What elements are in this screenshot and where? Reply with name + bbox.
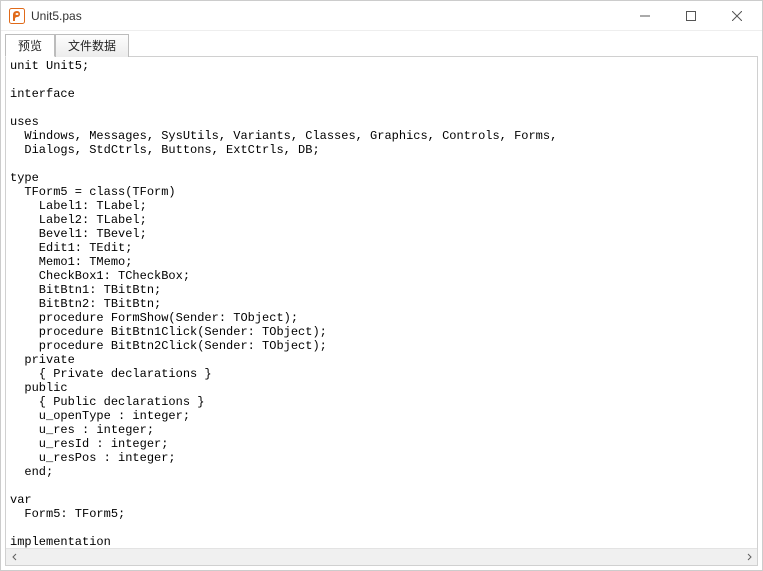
tab-preview[interactable]: 预览 [5,34,55,57]
source-code[interactable]: unit Unit5; interface uses Windows, Mess… [6,57,757,548]
tab-label: 预览 [18,39,42,53]
scroll-right-arrow-icon[interactable] [740,549,757,566]
tab-file-data[interactable]: 文件数据 [55,34,129,57]
horizontal-scrollbar[interactable] [6,548,757,565]
title-bar[interactable]: Unit5.pas [1,1,762,31]
minimize-icon [640,11,650,21]
tab-label: 文件数据 [68,39,116,53]
maximize-button[interactable] [668,1,714,31]
code-viewport: unit Unit5; interface uses Windows, Mess… [6,57,757,548]
scroll-left-arrow-icon[interactable] [6,549,23,566]
app-icon [9,8,25,24]
content-panel: unit Unit5; interface uses Windows, Mess… [5,57,758,566]
window-title: Unit5.pas [31,9,82,23]
scroll-track[interactable] [23,549,740,566]
close-icon [732,11,742,21]
minimize-button[interactable] [622,1,668,31]
close-button[interactable] [714,1,760,31]
maximize-icon [686,11,696,21]
app-window: Unit5.pas 预览 文件数据 unit Unit5; interface … [0,0,763,571]
tab-strip: 预览 文件数据 [5,33,758,57]
